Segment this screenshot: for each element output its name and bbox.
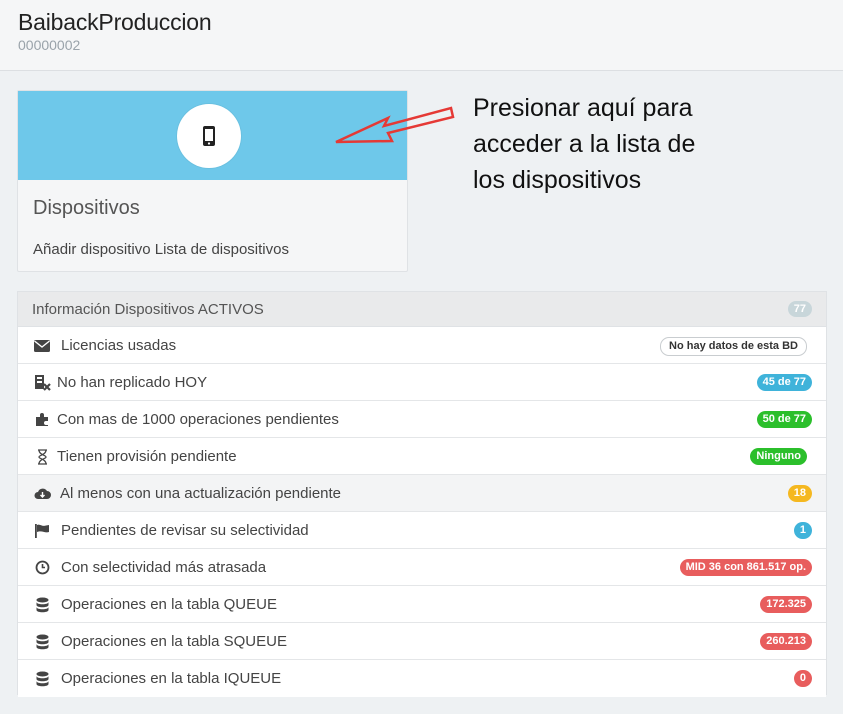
- list-item[interactable]: Operaciones en la tabla QUEUE 172.325: [18, 586, 826, 623]
- add-device-link[interactable]: Añadir dispositivo: [33, 241, 151, 258]
- devices-card-title: Dispositivos: [33, 197, 140, 219]
- page-title: BaibackProduccion: [18, 9, 212, 35]
- list-item-label: No han replicado HOY: [57, 374, 208, 391]
- list-item-label: Operaciones en la tabla QUEUE: [61, 596, 277, 613]
- active-devices-panel: Información Dispositivos ACTIVOS 77 Lice…: [17, 291, 827, 697]
- clock-icon: [33, 559, 51, 576]
- devices-card-icon-circle[interactable]: [177, 104, 241, 168]
- list-item[interactable]: Pendientes de revisar su selectividad 1: [18, 512, 826, 549]
- status-badge: 172.325: [760, 596, 812, 613]
- hourglass-icon: [33, 448, 51, 465]
- list-item[interactable]: Con selectividad más atrasada MID 36 con…: [18, 549, 826, 586]
- status-badge: Ninguno: [750, 448, 807, 465]
- list-item-label: Al menos con una actualización pendiente: [60, 485, 342, 502]
- status-badge: 50 de 77: [756, 411, 812, 428]
- list-item-label: Operaciones en la tabla IQUEUE: [61, 670, 282, 687]
- puzzle-icon: [33, 411, 51, 428]
- annotation-text: Presionar aquí para acceder a la lista d…: [473, 90, 733, 198]
- list-item[interactable]: No han replicado HOY 45 de 77: [18, 364, 826, 401]
- devices-card-links: Añadir dispositivo Lista de dispositivos: [33, 241, 289, 258]
- list-item[interactable]: Operaciones en la tabla SQUEUE 260.213: [18, 623, 826, 660]
- list-item[interactable]: Operaciones en la tabla IQUEUE 0: [18, 660, 826, 697]
- status-badge: 260.213: [760, 633, 812, 650]
- list-item[interactable]: Licencias usadas No hay datos de esta BD: [18, 327, 826, 364]
- panel-title: Información Dispositivos ACTIVOS: [32, 301, 264, 318]
- list-item[interactable]: Con mas de 1000 operaciones pendientes 5…: [18, 401, 826, 438]
- mobile-phone-icon: [203, 126, 215, 146]
- panel-header: Información Dispositivos ACTIVOS 77: [18, 292, 826, 327]
- status-badge: 0: [793, 670, 812, 687]
- database-icon: [33, 633, 51, 650]
- flag-icon: [33, 522, 51, 539]
- database-icon: [33, 596, 51, 613]
- database-icon: [33, 670, 51, 687]
- server-x-icon: [33, 374, 51, 391]
- annotation-line: Presionar aquí para: [473, 94, 693, 122]
- list-item-label: Con mas de 1000 operaciones pendientes: [57, 411, 339, 428]
- pointer-arrow-icon: [335, 106, 455, 144]
- page-header: BaibackProduccion 00000002: [0, 0, 843, 71]
- device-list-link[interactable]: Lista de dispositivos: [155, 241, 289, 258]
- list-item-label: Tienen provisión pendiente: [57, 448, 237, 465]
- list-item-label: Operaciones en la tabla SQUEUE: [61, 633, 287, 650]
- list-item[interactable]: Tienen provisión pendiente Ninguno: [18, 438, 826, 475]
- cloud-download-icon: [33, 485, 51, 502]
- list-item-label: Pendientes de revisar su selectividad: [61, 522, 309, 539]
- annotation-line: los dispositivos: [473, 166, 642, 194]
- page-code: 00000002: [18, 37, 81, 53]
- list-item-label: Con selectividad más atrasada: [61, 559, 267, 576]
- envelope-icon: [33, 337, 51, 354]
- status-badge: 18: [787, 485, 812, 502]
- status-badge: 1: [793, 522, 812, 539]
- status-badge: No hay datos de esta BD: [660, 337, 807, 356]
- status-badge: 45 de 77: [756, 374, 812, 391]
- panel-count-badge: 77: [787, 301, 812, 317]
- list-item[interactable]: Al menos con una actualización pendiente…: [18, 475, 826, 512]
- status-badge: MID 36 con 861.517 op.: [679, 559, 812, 576]
- list-item-label: Licencias usadas: [61, 337, 177, 354]
- annotation-line: acceder a la lista de: [473, 130, 696, 158]
